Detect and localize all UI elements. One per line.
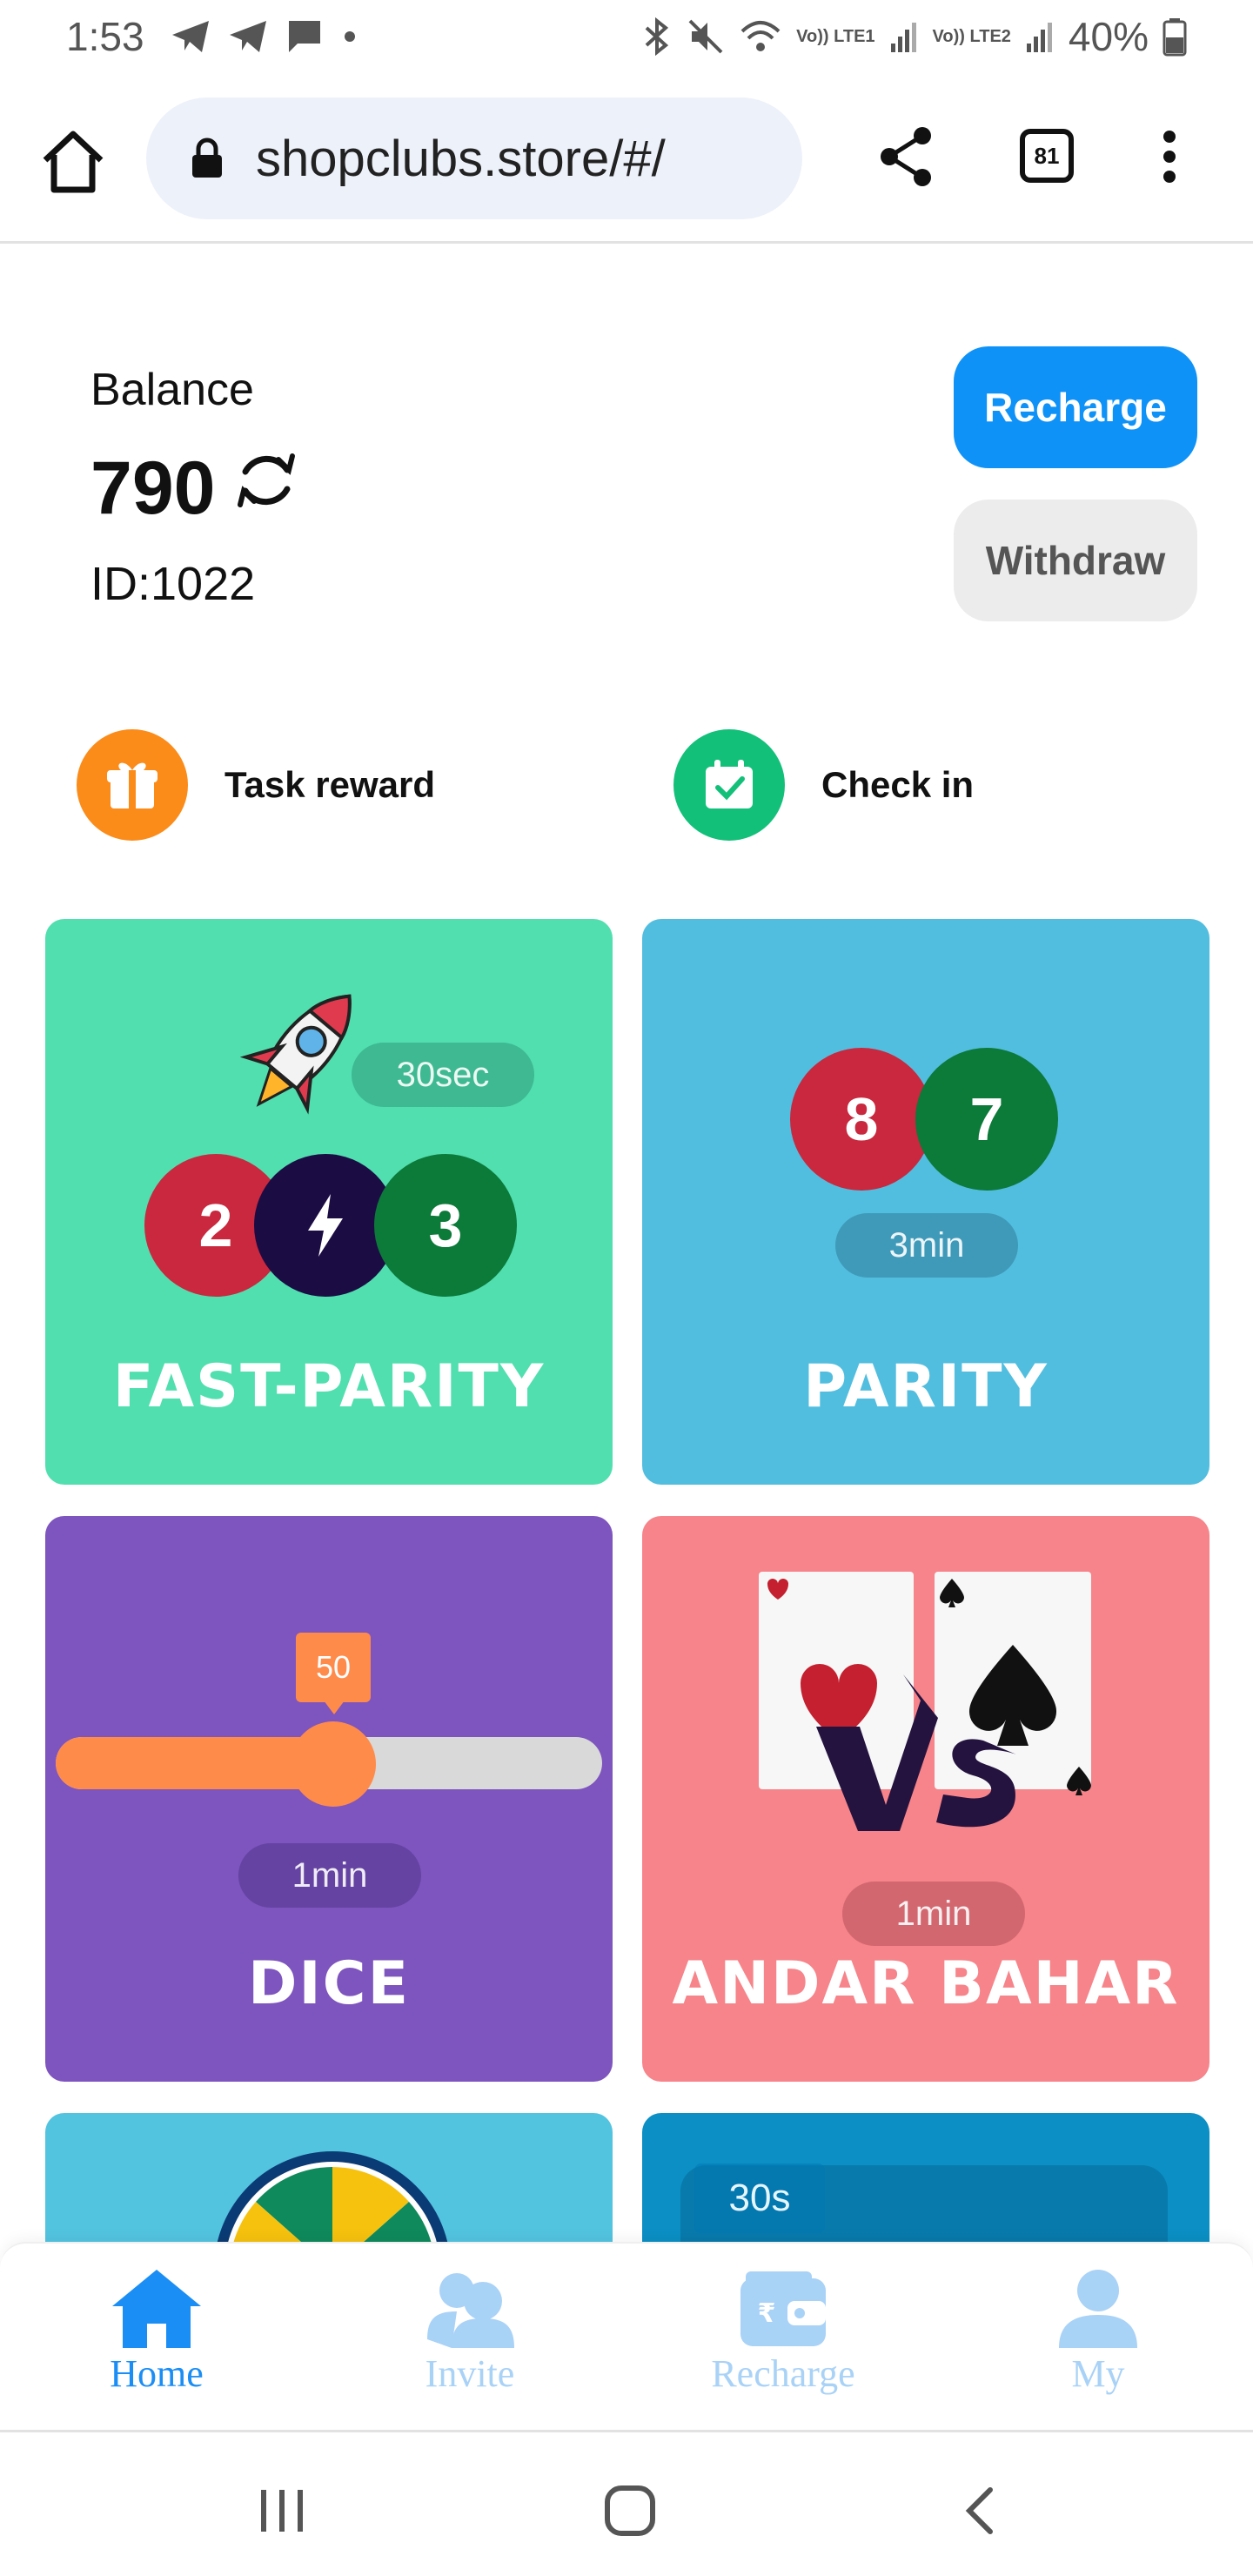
share-icon[interactable]: [879, 125, 935, 188]
nav-invite[interactable]: Invite: [383, 2266, 557, 2396]
parity-card[interactable]: 8 7 3min PARITY: [642, 919, 1209, 1485]
playing-cards-icon: [759, 1572, 1091, 1831]
bluetooth-icon: [645, 17, 669, 56]
nav-home[interactable]: Home: [70, 2266, 244, 2396]
nav-home-label: Home: [110, 2352, 204, 2395]
fast-parity-timer: 30sec: [352, 1043, 534, 1107]
notification-icons: [171, 19, 358, 54]
calendar-check-icon: [673, 729, 785, 841]
lock-icon: [192, 138, 222, 178]
fast-parity-ball-right: 3: [374, 1154, 517, 1297]
task-reward-label: Task reward: [224, 764, 436, 805]
signal-icon: [1026, 23, 1052, 52]
rocket-icon: [239, 994, 352, 1115]
battery-percent: 40%: [1068, 14, 1149, 59]
bottom-navigation: Home Invite ₹ Recharge My: [0, 2242, 1253, 2430]
dice-title: DICE: [247, 1949, 411, 2018]
telegram-icon: [171, 21, 209, 52]
balance-label: Balance: [90, 365, 254, 415]
parity-ball-right: 7: [915, 1048, 1058, 1191]
dice-slider-handle: [291, 1721, 376, 1807]
svg-text:₹: ₹: [758, 2298, 776, 2329]
browser-toolbar: shopclubs.store/#/ 81: [0, 87, 1253, 244]
browser-home-icon[interactable]: [38, 127, 108, 197]
back-icon[interactable]: [962, 2486, 997, 2535]
recharge-button[interactable]: Recharge: [954, 346, 1197, 468]
slider-tooltip-arrow: [324, 1701, 345, 1714]
fast-parity-title: FAST-PARITY: [112, 1352, 546, 1421]
gift-icon: [77, 729, 188, 841]
parity-timer: 3min: [835, 1213, 1018, 1278]
parity-ball-left: 8: [790, 1048, 933, 1191]
nav-my-label: My: [1071, 2352, 1125, 2395]
andar-bahar-timer: 1min: [842, 1882, 1025, 1946]
fast-parity-card[interactable]: 30sec 2 3 FAST-PARITY: [45, 919, 613, 1485]
parity-title: PARITY: [803, 1352, 1049, 1421]
timer-label: 30s: [694, 2163, 825, 2233]
dice-slider-value: 50: [296, 1633, 371, 1702]
status-bar: 1:53 Vo)) LTE1 Vo)) LTE2 40%: [0, 0, 1253, 73]
signal-icon: [890, 23, 916, 52]
andar-bahar-card[interactable]: 1min ANDAR BAHAR: [642, 1516, 1209, 2082]
telegram-icon: [229, 21, 266, 52]
address-bar[interactable]: shopclubs.store/#/: [146, 97, 802, 219]
status-time: 1:53: [66, 14, 144, 59]
balance-value: 790: [90, 446, 216, 530]
user-icon: [1059, 2270, 1137, 2348]
recent-apps-icon[interactable]: [258, 2488, 306, 2533]
dice-timer: 1min: [238, 1843, 421, 1908]
task-reward-button[interactable]: Task reward: [77, 729, 435, 841]
dice-card[interactable]: 50 1min DICE: [45, 1516, 613, 2082]
url-text: shopclubs.store/#/: [256, 130, 666, 187]
nav-recharge[interactable]: ₹ Recharge: [696, 2266, 870, 2396]
home-nav-icon[interactable]: [604, 2485, 656, 2537]
system-navigation-bar: [0, 2430, 1253, 2576]
sim1-label: Vo)) LTE1: [796, 27, 875, 46]
withdraw-button[interactable]: Withdraw: [954, 500, 1197, 621]
browser-menu-icon[interactable]: [1152, 125, 1187, 188]
tab-switcher-button[interactable]: 81: [1020, 129, 1074, 183]
nav-recharge-label: Recharge: [711, 2352, 855, 2395]
nav-my[interactable]: My: [1011, 2266, 1185, 2396]
invite-icon: [427, 2273, 514, 2348]
nav-invite-label: Invite: [425, 2352, 515, 2395]
sim2-label: Vo)) LTE2: [932, 27, 1011, 46]
wallet-icon: ₹: [740, 2271, 826, 2346]
check-in-label: Check in: [821, 764, 975, 805]
mute-icon: [688, 19, 723, 54]
home-icon: [112, 2270, 201, 2348]
battery-icon: [1163, 18, 1187, 57]
system-icons: Vo)) LTE1 Vo)) LTE2 40%: [641, 13, 1187, 60]
andar-bahar-title: ANDAR BAHAR: [672, 1949, 1180, 2018]
wifi-icon: [740, 21, 781, 51]
check-in-button[interactable]: Check in: [673, 729, 974, 841]
user-id: ID:1022: [90, 558, 256, 610]
message-icon: [288, 21, 320, 52]
dot-icon: [344, 31, 355, 42]
refresh-icon[interactable]: [231, 446, 301, 515]
